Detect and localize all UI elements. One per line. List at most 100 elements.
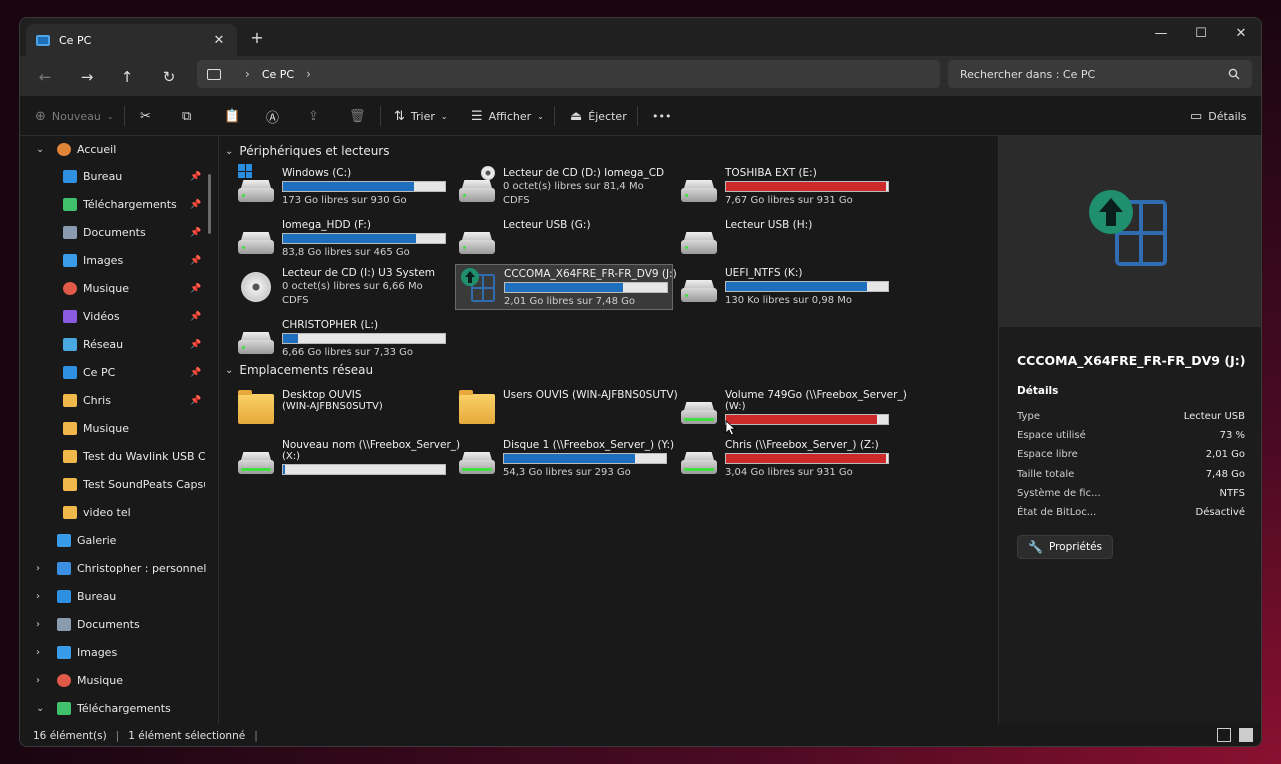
chevron-down-icon[interactable]: ⌄: [36, 703, 46, 714]
share-icon: ⇪: [308, 108, 319, 124]
capacity-bar: [282, 181, 446, 192]
up-button[interactable]: ↑: [114, 64, 140, 90]
properties-button[interactable]: 🔧 Propriétés: [1017, 535, 1114, 559]
maximize-button[interactable]: ☐: [1181, 18, 1221, 48]
drive-tile[interactable]: CHRISTOPHER (L:) 6,66 Go libres sur 7,33 …: [234, 316, 452, 362]
delete-button[interactable]: 🗑: [349, 105, 372, 127]
sidebar-item[interactable]: › Musique: [20, 669, 210, 691]
drive-tile[interactable]: Lecteur de CD (D:) Iomega_CD 0 octet(s) l…: [455, 164, 673, 210]
minimize-button[interactable]: —: [1141, 18, 1181, 48]
network-location-tile[interactable]: Chris (\\Freebox_Server_) (Z:) 3,04 Go li…: [677, 436, 895, 482]
drive-tile[interactable]: CCCOMA_X64FRE_FR-FR_DV9 (J:) 2,01 Go libr…: [455, 264, 677, 310]
sidebar-item-content: Images: [63, 254, 123, 268]
network-location-tile[interactable]: Disque 1 (\\Freebox_Server_) (Y:) 54,3 Go…: [455, 436, 674, 482]
hard-drive-icon: [238, 324, 274, 354]
drive-name: Volume 749Go (\\Freebox_Server_): [725, 389, 907, 401]
network-location-tile[interactable]: Users OUVIS (WIN-AJFBNS0SUTV): [455, 386, 678, 432]
details-view-icon[interactable]: [1217, 728, 1231, 742]
tiles-view-icon[interactable]: [1239, 728, 1253, 742]
breadcrumb-ce-pc[interactable]: Ce PC: [262, 68, 294, 81]
sidebar-item-label: Test du Wavlink USB C Trip: [83, 449, 205, 463]
chevron-right-icon[interactable]: ›: [36, 647, 46, 658]
share-button[interactable]: ⇪: [308, 105, 325, 127]
drive-name: Nouveau nom (\\Freebox_Server_): [282, 439, 461, 451]
chevron-right-icon[interactable]: ›: [245, 67, 250, 81]
sidebar-item[interactable]: › Images: [20, 641, 210, 663]
sidebar-item[interactable]: Test du Wavlink USB C Trip: [20, 445, 210, 467]
sidebar-item-label: Bureau: [83, 170, 123, 184]
new-tab-button[interactable]: +: [248, 28, 266, 47]
address-bar[interactable]: › Ce PC ›: [197, 60, 940, 88]
sort-button[interactable]: ⇅ Trier ⌄: [394, 105, 448, 127]
sidebar-item[interactable]: Documents 📌: [20, 222, 210, 244]
details-row: Type Lecteur USB: [1017, 411, 1245, 422]
sidebar-item[interactable]: Chris 📌: [20, 390, 210, 412]
sidebar-item[interactable]: video tel: [20, 501, 210, 523]
sidebar-item[interactable]: › Christopher : personnel: [20, 557, 210, 579]
close-button[interactable]: ✕: [1221, 18, 1261, 48]
network-location-tile[interactable]: Volume 749Go (\\Freebox_Server_) (W:): [677, 386, 907, 432]
sidebar-item-content: Accueil: [57, 142, 116, 156]
drive-tile[interactable]: Windows (C:) 173 Go libres sur 930 Go: [234, 164, 452, 210]
sidebar-item[interactable]: Musique 📌: [20, 278, 210, 300]
drive-tile[interactable]: UEFI_NTFS (K:) 130 Ko libres sur 0,98 Mo: [677, 264, 895, 310]
sidebar-item[interactable]: Test SoundPeats Capsule3: [20, 473, 210, 495]
details-key: Espace libre: [1017, 449, 1078, 461]
copy-button[interactable]: ⧉: [182, 105, 197, 127]
chevron-right-icon[interactable]: ›: [36, 563, 46, 574]
drive-tile[interactable]: Lecteur USB (G:): [455, 216, 673, 262]
refresh-button[interactable]: ↻: [156, 64, 182, 90]
sidebar-item[interactable]: ⌄ Accueil: [20, 138, 210, 160]
drive-name: CCCOMA_X64FRE_FR-FR_DV9 (J:): [504, 268, 677, 280]
sidebar-item[interactable]: › Bureau: [20, 585, 210, 607]
view-button[interactable]: ☰ Afficher ⌄: [471, 105, 544, 127]
sidebar-item[interactable]: Réseau 📌: [20, 334, 210, 356]
chevron-right-icon[interactable]: ›: [36, 619, 46, 630]
eject-button[interactable]: ⏏ Éjecter: [570, 105, 627, 127]
drive-tile[interactable]: TOSHIBA EXT (E:) 7,67 Go libres sur 931 G…: [677, 164, 895, 210]
chevron-down-icon[interactable]: ⌄: [36, 144, 46, 155]
sidebar-item[interactable]: Galerie: [20, 529, 210, 551]
capacity-bar: [725, 453, 889, 464]
sidebar-item[interactable]: Images 📌: [20, 250, 210, 272]
forward-button[interactable]: →: [74, 64, 100, 90]
sidebar-item[interactable]: Ce PC 📌: [20, 362, 210, 384]
more-options-button[interactable]: •••: [652, 105, 671, 127]
drive-space-info: 130 Ko libres sur 0,98 Mo: [725, 295, 852, 306]
cut-button[interactable]: ✂: [140, 105, 157, 127]
paste-button[interactable]: 📋: [224, 105, 246, 127]
drive-tile[interactable]: Iomega_HDD (F:) 83,8 Go libres sur 465 Go: [234, 216, 452, 262]
chevron-right-icon[interactable]: ›: [36, 591, 46, 602]
group-header-devices[interactable]: ⌄ Périphériques et lecteurs: [225, 144, 390, 158]
drive-tile[interactable]: Lecteur de CD (I:) U3 System 0 octet(s) l…: [234, 264, 452, 310]
drive-tile[interactable]: Lecteur USB (H:): [677, 216, 895, 262]
tab-ce-pc[interactable]: Ce PC ✕: [26, 24, 237, 56]
details-pane-button[interactable]: ▭ Détails: [1190, 105, 1246, 127]
drive-space-info: 0 octet(s) libres sur 6,66 Mo: [282, 281, 423, 292]
sidebar-item-label: Musique: [83, 422, 129, 435]
sidebar-item[interactable]: Bureau 📌: [20, 166, 210, 188]
chevron-right-icon[interactable]: ›: [306, 67, 311, 81]
sidebar-item[interactable]: Vidéos 📌: [20, 306, 210, 328]
new-button[interactable]: ⊕ Nouveau ⌄: [35, 105, 114, 127]
rename-button[interactable]: Ⓐ: [266, 105, 285, 127]
status-separator: |: [115, 730, 120, 742]
search-input[interactable]: Rechercher dans : Ce PC: [948, 60, 1252, 88]
network-location-tile[interactable]: Desktop OUVIS (WIN-AJFBNS0SUTV): [234, 386, 452, 432]
sidebar-item-label: Ce PC: [83, 366, 116, 380]
pc-icon: [36, 34, 50, 46]
sidebar-scrollbar[interactable]: [208, 174, 211, 234]
sidebar-item[interactable]: ⌄ Téléchargements: [20, 697, 210, 719]
back-button[interactable]: ←: [32, 64, 58, 90]
home-icon: [57, 142, 71, 156]
chevron-right-icon[interactable]: ›: [36, 675, 46, 686]
sidebar-item[interactable]: Téléchargements 📌: [20, 194, 210, 216]
details-value: 73 %: [1219, 430, 1245, 442]
group-header-network[interactable]: ⌄ Emplacements réseau: [225, 363, 373, 377]
sidebar-item[interactable]: › Documents: [20, 613, 210, 635]
tab-close-icon[interactable]: ✕: [211, 33, 227, 48]
network-location-tile[interactable]: Nouveau nom (\\Freebox_Server_) (X:): [234, 436, 460, 482]
capacity-fill: [283, 234, 416, 243]
sidebar-item[interactable]: Musique: [20, 418, 210, 440]
mouse-cursor-icon: [725, 420, 737, 436]
